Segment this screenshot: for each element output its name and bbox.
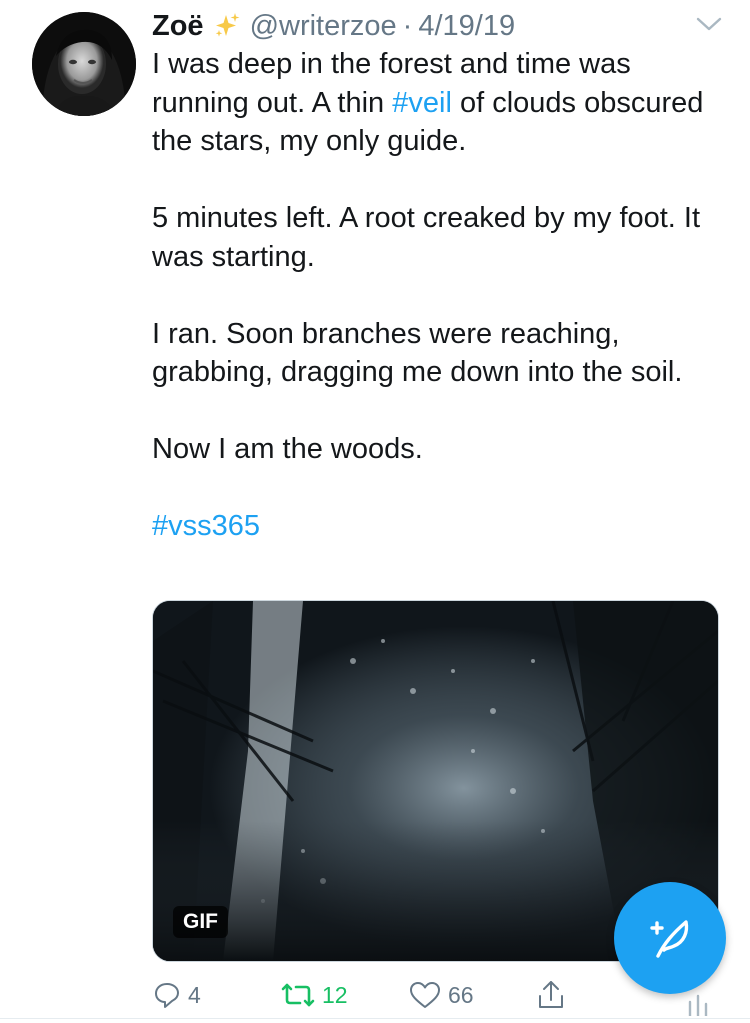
paragraph-2: 5 minutes left. A root creaked by my foo… [152, 202, 701, 273]
sparkles-icon [212, 11, 242, 41]
reply-icon [155, 983, 179, 1008]
gif-badge: GIF [173, 906, 228, 938]
heart-icon [410, 982, 440, 1008]
retweet-button[interactable]: 12 [280, 975, 348, 1015]
hashtag-veil[interactable]: #veil [392, 87, 452, 119]
avatar-image [32, 12, 136, 116]
author-name[interactable]: Zoë [152, 10, 204, 43]
hashtag-vss365[interactable]: #vss365 [152, 510, 260, 542]
like-count: 66 [448, 981, 474, 1008]
share-button[interactable] [536, 975, 572, 1015]
avatar[interactable] [32, 12, 136, 116]
tweet-date[interactable]: 4/19/19 [418, 10, 515, 43]
paragraph-1: I was deep in the forest and time was ru… [152, 45, 727, 161]
reply-button[interactable]: 4 [152, 975, 201, 1015]
retweet-count: 12 [322, 981, 348, 1008]
tweet-text: I was deep in the forest and time was ru… [152, 45, 727, 546]
reply-count: 4 [188, 981, 201, 1008]
tweet-divider [0, 1018, 750, 1019]
chevron-down-icon[interactable] [694, 14, 724, 34]
paragraph-5: #vss365 [152, 507, 727, 546]
compose-tweet-button[interactable] [614, 882, 726, 994]
paragraph-3: I ran. Soon branches were reaching, grab… [152, 317, 683, 389]
retweet-icon [281, 983, 315, 1007]
paragraph-4: Now I am the woods. [152, 433, 423, 465]
header-separator: · [402, 9, 413, 42]
author-handle[interactable]: @writerzoe [250, 10, 397, 43]
share-icon [539, 981, 563, 1008]
like-button[interactable]: 66 [408, 975, 474, 1015]
analytics-icon[interactable] [684, 992, 714, 1016]
tweet-header: Zoë @writerzoe · 4/19/19 [152, 6, 720, 46]
compose-feather-icon [650, 920, 689, 958]
